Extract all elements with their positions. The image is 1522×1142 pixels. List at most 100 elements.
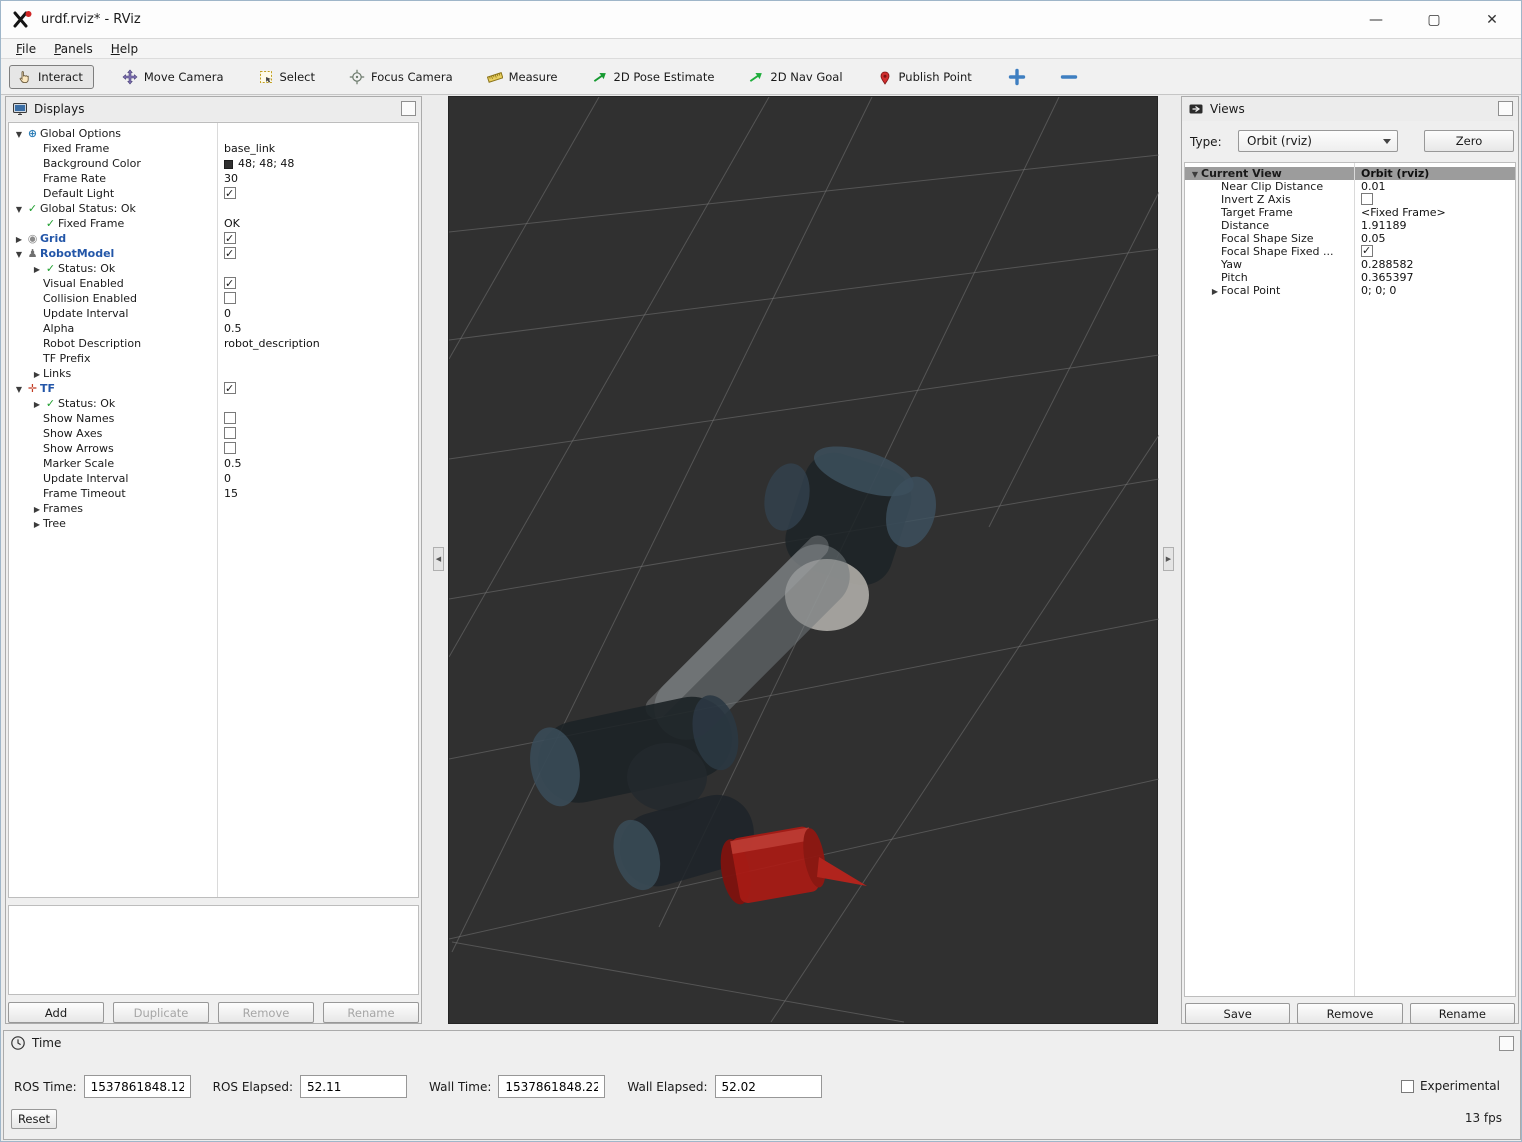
display-property-row[interactable]: Update Interval 0 <box>9 306 418 321</box>
reset-button[interactable]: Reset <box>11 1109 57 1129</box>
menu-panels[interactable]: Panels <box>45 41 102 57</box>
display-property-row[interactable]: Fixed Frame OK <box>9 216 418 231</box>
time-float-button[interactable] <box>1499 1036 1514 1051</box>
expander-icon[interactable]: ▶ <box>31 367 43 382</box>
expander-icon[interactable]: ▶ <box>31 397 43 412</box>
expander-icon[interactable]: ▼ <box>1189 168 1201 181</box>
property-value-cell[interactable] <box>217 201 418 216</box>
displays-action-button[interactable]: Add <box>8 1002 104 1023</box>
property-value-cell[interactable]: 48; 48; 48 <box>217 156 418 171</box>
add-tool-button[interactable] <box>1006 66 1028 88</box>
view-property-row[interactable]: Target Frame <Fixed Frame> <box>1185 206 1515 219</box>
property-value[interactable]: 0.365397 <box>1361 271 1414 284</box>
value-checkbox[interactable] <box>1361 245 1373 257</box>
display-property-row[interactable]: ▶Status: Ok <box>9 261 418 276</box>
property-value-cell[interactable] <box>217 501 418 516</box>
displays-column-separator[interactable] <box>217 123 218 897</box>
property-value[interactable]: base_link <box>224 142 275 155</box>
display-property-row[interactable]: Update Interval 0 <box>9 471 418 486</box>
property-value-cell[interactable] <box>217 411 418 426</box>
display-property-row[interactable]: Show Axes <box>9 426 418 441</box>
property-value-cell[interactable]: 0 <box>217 306 418 321</box>
property-value[interactable]: 0.288582 <box>1361 258 1414 271</box>
value-checkbox[interactable] <box>224 247 236 259</box>
property-value-cell[interactable]: 0 <box>217 471 418 486</box>
select-tool-button[interactable]: Select <box>252 65 321 89</box>
display-property-row[interactable]: Frame Rate 30 <box>9 171 418 186</box>
value-checkbox[interactable] <box>224 277 236 289</box>
display-property-row[interactable]: ▶Links <box>9 366 418 381</box>
expander-icon[interactable]: ▶ <box>13 232 25 247</box>
display-property-row[interactable]: Robot Description robot_description <box>9 336 418 351</box>
minimize-icon[interactable]: — <box>1347 1 1405 39</box>
value-checkbox[interactable] <box>224 382 236 394</box>
viewport-3d[interactable] <box>448 96 1158 1024</box>
view-type-select[interactable]: Orbit (rviz) <box>1238 130 1398 152</box>
experimental-checkbox[interactable] <box>1401 1080 1414 1093</box>
experimental-toggle[interactable]: Experimental <box>1401 1079 1500 1093</box>
displays-action-button[interactable]: Remove <box>218 1002 314 1023</box>
view-property-row[interactable]: Near Clip Distance 0.01 <box>1185 180 1515 193</box>
property-value[interactable]: 0 <box>224 307 231 320</box>
property-value-cell[interactable]: 0.01 <box>1354 180 1515 193</box>
menu-help[interactable]: Help <box>102 41 147 57</box>
property-value-cell[interactable] <box>1354 193 1515 206</box>
right-splitter-handle[interactable]: ▶ <box>1163 547 1174 571</box>
property-value-cell[interactable] <box>1354 245 1515 258</box>
property-value-cell[interactable] <box>217 126 418 141</box>
zero-button[interactable]: Zero <box>1424 130 1514 152</box>
display-property-row[interactable]: Background Color 48; 48; 48 <box>9 156 418 171</box>
value-checkbox[interactable] <box>224 427 236 439</box>
property-value-cell[interactable] <box>217 426 418 441</box>
property-value[interactable]: 0.01 <box>1361 180 1386 193</box>
property-value-cell[interactable]: 0.365397 <box>1354 271 1515 284</box>
property-value[interactable]: 0.5 <box>224 322 242 335</box>
view-property-row[interactable]: Focal Shape Size 0.05 <box>1185 232 1515 245</box>
publish-point-tool-button[interactable]: Publish Point <box>871 65 978 89</box>
views-float-button[interactable] <box>1498 101 1513 116</box>
display-property-row[interactable]: ▼Global Options <box>9 126 418 141</box>
display-property-row[interactable]: Marker Scale 0.5 <box>9 456 418 471</box>
time-field-input[interactable] <box>715 1075 822 1098</box>
display-property-row[interactable]: ▼TF <box>9 381 418 396</box>
display-property-row[interactable]: Fixed Frame base_link <box>9 141 418 156</box>
property-value-cell[interactable] <box>217 351 418 366</box>
property-value-cell[interactable]: 0.288582 <box>1354 258 1515 271</box>
property-value-cell[interactable] <box>217 516 418 531</box>
property-value-cell[interactable]: Orbit (rviz) <box>1354 167 1515 180</box>
property-value[interactable]: 1.91189 <box>1361 219 1407 232</box>
property-value[interactable]: 0 <box>224 472 231 485</box>
view-property-row[interactable]: ▼Current View Orbit (rviz) <box>1185 167 1515 180</box>
property-value-cell[interactable]: 15 <box>217 486 418 501</box>
property-value-cell[interactable] <box>217 276 418 291</box>
property-value[interactable]: <Fixed Frame> <box>1361 206 1446 219</box>
display-property-row[interactable]: Show Names <box>9 411 418 426</box>
property-value-cell[interactable] <box>217 261 418 276</box>
pose-estimate-tool-button[interactable]: 2D Pose Estimate <box>586 65 721 89</box>
property-value-cell[interactable]: <Fixed Frame> <box>1354 206 1515 219</box>
property-value-cell[interactable] <box>217 231 418 246</box>
expander-icon[interactable]: ▼ <box>13 247 25 262</box>
value-checkbox[interactable] <box>224 412 236 424</box>
display-property-row[interactable]: TF Prefix <box>9 351 418 366</box>
expander-icon[interactable]: ▶ <box>1209 285 1221 298</box>
value-checkbox[interactable] <box>1361 193 1373 205</box>
property-value[interactable]: Orbit (rviz) <box>1361 167 1429 180</box>
interact-tool-button[interactable]: Interact <box>9 65 94 89</box>
property-value-cell[interactable]: robot_description <box>217 336 418 351</box>
display-property-row[interactable]: Default Light <box>9 186 418 201</box>
view-property-row[interactable]: ▶Focal Point 0; 0; 0 <box>1185 284 1515 297</box>
views-column-separator[interactable] <box>1354 163 1355 996</box>
expander-icon[interactable]: ▼ <box>13 202 25 217</box>
view-property-row[interactable]: Distance 1.91189 <box>1185 219 1515 232</box>
property-value-cell[interactable] <box>217 186 418 201</box>
displays-float-button[interactable] <box>401 101 416 116</box>
views-action-button[interactable]: Rename <box>1410 1003 1515 1024</box>
nav-goal-tool-button[interactable]: 2D Nav Goal <box>742 65 848 89</box>
property-value-cell[interactable]: 0.5 <box>217 321 418 336</box>
view-property-row[interactable]: Yaw 0.288582 <box>1185 258 1515 271</box>
displays-action-button[interactable]: Duplicate <box>113 1002 209 1023</box>
property-value-cell[interactable] <box>217 291 418 306</box>
property-value-cell[interactable] <box>217 246 418 261</box>
view-property-row[interactable]: Invert Z Axis <box>1185 193 1515 206</box>
